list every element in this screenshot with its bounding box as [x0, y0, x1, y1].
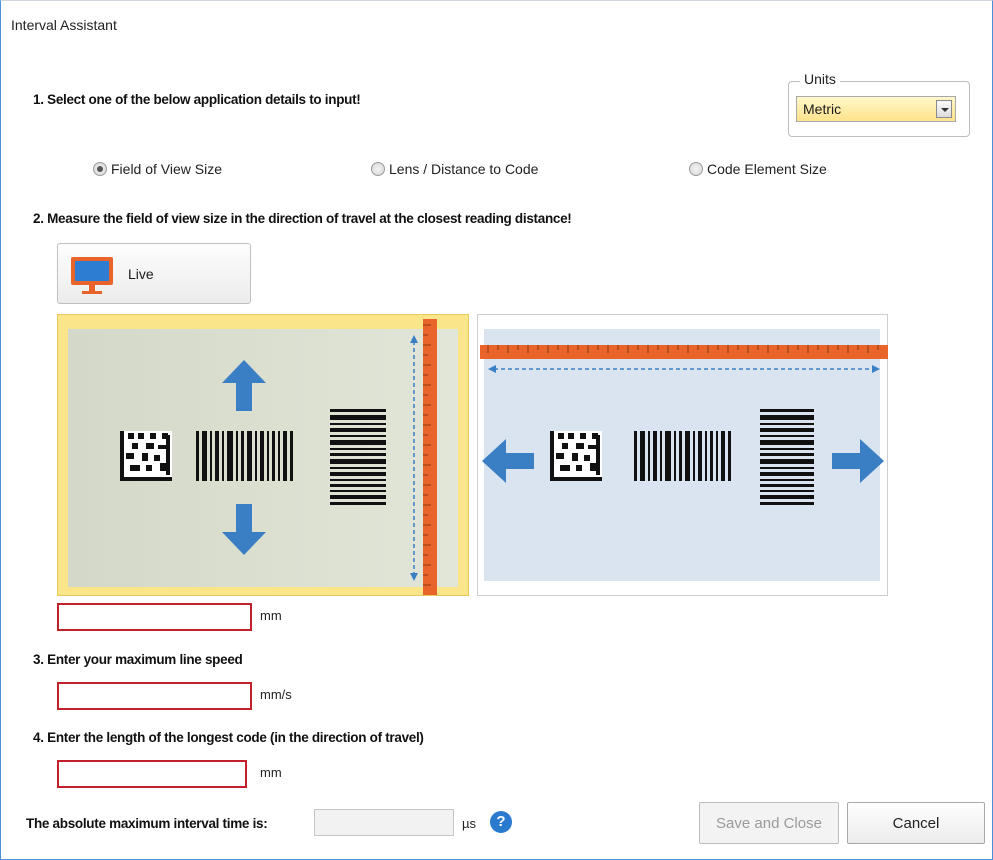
units-selected-value: Metric	[803, 101, 842, 117]
units-dropdown[interactable]: Metric	[796, 96, 956, 122]
interval-time-output	[314, 809, 454, 836]
horizontal-measure-line-icon	[488, 365, 880, 373]
line-speed-input[interactable]	[57, 682, 252, 710]
vertical-measure-line-icon	[410, 335, 418, 581]
radio-lens-distance[interactable]: Lens / Distance to Code	[371, 161, 538, 177]
window-title: Interval Assistant	[11, 17, 117, 33]
help-icon[interactable]: ?	[490, 811, 512, 833]
code-illustration-vertical	[120, 319, 437, 595]
stacked-barcode-icon	[760, 409, 814, 505]
arrow-up-icon	[222, 360, 266, 411]
live-button-label: Live	[128, 266, 154, 282]
live-button[interactable]: Live	[57, 243, 251, 304]
result-label: The absolute maximum interval time is:	[26, 816, 268, 831]
barcode-icon	[196, 431, 293, 481]
chevron-down-icon[interactable]	[936, 100, 952, 118]
radio-label: Code Element Size	[707, 161, 827, 177]
barcode-icon	[634, 431, 731, 481]
step2-heading: 2. Measure the field of view size in the…	[33, 211, 572, 226]
interval-assistant-window: Interval Assistant 1. Select one of the …	[0, 0, 993, 860]
radio-unselected-icon[interactable]	[689, 162, 703, 176]
fov-unit-label: mm	[260, 608, 282, 623]
datamatrix-icon	[120, 431, 172, 481]
arrow-left-icon	[482, 439, 534, 483]
speed-unit-label: mm/s	[260, 687, 292, 702]
cancel-button[interactable]: Cancel	[847, 802, 985, 844]
monitor-icon	[71, 257, 113, 294]
radio-field-of-view-size[interactable]: Field of View Size	[93, 161, 222, 177]
radio-selected-icon[interactable]	[93, 162, 107, 176]
radio-label: Field of View Size	[111, 161, 223, 177]
code-length-unit-label: mm	[260, 765, 282, 780]
save-and-close-button[interactable]: Save and Close	[699, 802, 839, 844]
fov-horizontal-illustration[interactable]	[477, 314, 888, 596]
datamatrix-icon	[550, 431, 602, 481]
units-legend: Units	[800, 71, 840, 87]
field-of-view-input[interactable]	[57, 603, 252, 631]
arrow-down-icon	[222, 504, 266, 555]
code-illustration-horizontal	[480, 345, 888, 505]
step1-heading: 1. Select one of the below application d…	[33, 92, 361, 107]
result-unit-label: µs	[462, 816, 476, 831]
radio-unselected-icon[interactable]	[371, 162, 385, 176]
vertical-ruler-icon	[423, 319, 437, 595]
step4-heading: 4. Enter the length of the longest code …	[33, 730, 424, 745]
radio-code-element-size[interactable]: Code Element Size	[689, 161, 827, 177]
step3-heading: 3. Enter your maximum line speed	[33, 652, 243, 667]
stacked-barcode-icon	[330, 409, 386, 505]
radio-label: Lens / Distance to Code	[389, 161, 539, 177]
horizontal-ruler-icon	[480, 345, 888, 359]
code-length-input[interactable]	[57, 760, 247, 788]
fov-vertical-illustration[interactable]	[57, 314, 469, 596]
arrow-right-icon	[832, 439, 884, 483]
